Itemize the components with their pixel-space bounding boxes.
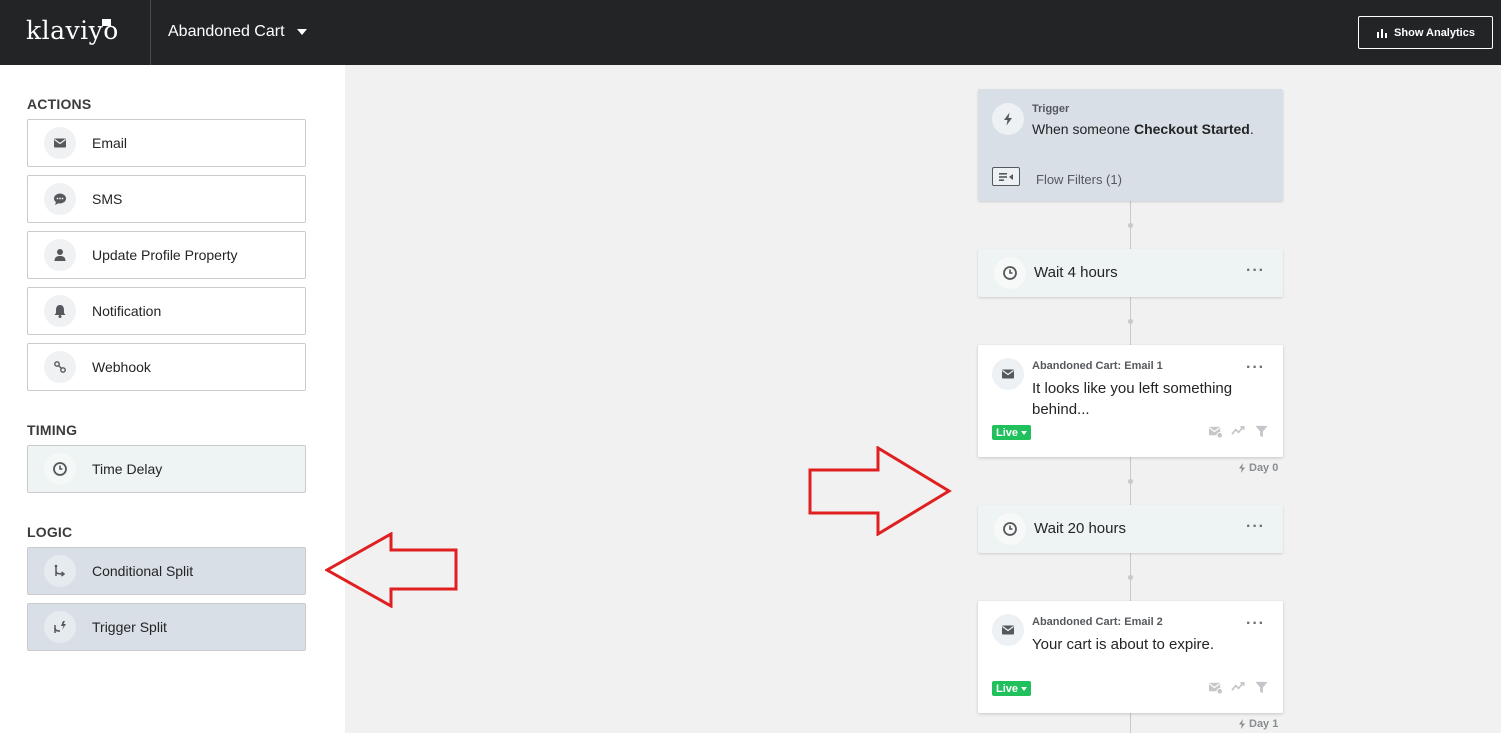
- trigger-suffix: .: [1249, 121, 1254, 137]
- sidebar-item-trigger-split[interactable]: Trigger Split: [27, 603, 306, 651]
- filter-icon[interactable]: [1254, 680, 1269, 695]
- sidebar-item-sms[interactable]: SMS: [27, 175, 306, 223]
- envelope-icon: [44, 127, 76, 159]
- email-preview-icon[interactable]: [1208, 680, 1223, 695]
- trigger-description: When someone Checkout Started.: [1032, 121, 1254, 137]
- live-status-label: Live: [996, 426, 1019, 439]
- connector-dot: [1128, 223, 1133, 228]
- logo-flag-mark: [102, 19, 111, 26]
- logic-section-title: LOGIC: [27, 524, 73, 540]
- wait-20-hours-card[interactable]: Wait 20 hours ···: [978, 505, 1283, 553]
- email-preview-icon[interactable]: [1208, 424, 1223, 439]
- connector-dot: [1128, 479, 1133, 484]
- webhook-icon: [44, 351, 76, 383]
- sidebar-item-webhook[interactable]: Webhook: [27, 343, 306, 391]
- day-label: Day 1: [1238, 718, 1278, 730]
- ab-test-icon[interactable]: [1231, 424, 1246, 439]
- connector-dot: [1128, 575, 1133, 580]
- live-status-dropdown[interactable]: Live: [992, 425, 1032, 440]
- envelope-icon: [992, 614, 1024, 646]
- show-analytics-label: Show Analytics: [1394, 26, 1475, 39]
- flow-name-dropdown[interactable]: Abandoned Cart: [168, 23, 285, 41]
- day-label: Day 0: [1238, 462, 1278, 474]
- sidebar-item-label: Trigger Split: [92, 619, 167, 635]
- more-options-icon[interactable]: ···: [1246, 263, 1265, 279]
- top-bar: klaviyo Abandoned Cart Show Analytics: [0, 0, 1501, 65]
- card-tools: [1208, 424, 1269, 439]
- sidebar-item-notification[interactable]: Notification: [27, 287, 306, 335]
- day-text: Day 1: [1249, 718, 1279, 730]
- trigger-label: Trigger: [1032, 103, 1070, 115]
- email-name: Abandoned Cart: Email 1: [1032, 360, 1163, 372]
- person-icon: [44, 239, 76, 271]
- wait-label: Wait 20 hours: [1034, 520, 1126, 537]
- lightning-bolt-icon: [1239, 719, 1245, 729]
- chat-bubble-icon: [44, 183, 76, 215]
- email-name: Abandoned Cart: Email 2: [1032, 616, 1163, 628]
- more-options-icon[interactable]: ···: [1246, 616, 1265, 632]
- wait-label: Wait 4 hours: [1034, 264, 1118, 281]
- sidebar-item-label: Email: [92, 135, 128, 151]
- right-annotation-arrow: [808, 446, 952, 536]
- wait-4-hours-card[interactable]: Wait 4 hours ···: [978, 249, 1283, 297]
- flow-connector: [1130, 713, 1131, 733]
- card-tools: [1208, 680, 1269, 695]
- bar-chart-icon: [1377, 28, 1388, 38]
- email-subject: Your cart is about to expire.: [1032, 636, 1215, 653]
- flow-filters-icon[interactable]: [992, 167, 1020, 186]
- lightning-bolt-icon: [992, 103, 1024, 135]
- clock-icon: [994, 257, 1026, 289]
- email-subject: It looks like you left something behind.…: [1032, 380, 1233, 418]
- lightning-bolt-icon: [1239, 463, 1245, 473]
- sidebar-item-label: Update Profile Property: [92, 247, 238, 263]
- clock-icon: [994, 513, 1026, 545]
- timing-section-title: TIMING: [27, 422, 78, 438]
- more-options-icon[interactable]: ···: [1246, 360, 1265, 376]
- sidebar-item-label: Webhook: [92, 359, 151, 375]
- flow-filters-link[interactable]: Flow Filters (1): [1036, 172, 1122, 187]
- sidebar-item-conditional-split[interactable]: Conditional Split: [27, 547, 306, 595]
- email-1-card[interactable]: Abandoned Cart: Email 1 ··· It looks lik…: [978, 345, 1283, 457]
- filter-icon[interactable]: [1254, 424, 1269, 439]
- chevron-down-icon[interactable]: [297, 29, 307, 35]
- trigger-split-icon: [44, 611, 76, 643]
- sidebar-item-update-profile-property[interactable]: Update Profile Property: [27, 231, 306, 279]
- actions-section-title: ACTIONS: [27, 96, 92, 112]
- sidebar-item-label: Notification: [92, 303, 162, 319]
- sidebar: ACTIONS Email SMS Update Profile Propert…: [0, 65, 345, 733]
- sidebar-item-label: SMS: [92, 191, 123, 207]
- sidebar-item-label: Conditional Split: [92, 563, 194, 579]
- topbar-divider: [150, 0, 151, 65]
- trigger-prefix: When someone: [1032, 121, 1131, 137]
- split-arrow-icon: [44, 555, 76, 587]
- envelope-icon: [992, 358, 1024, 390]
- show-analytics-button[interactable]: Show Analytics: [1358, 16, 1493, 49]
- more-options-icon[interactable]: ···: [1246, 519, 1265, 535]
- connector-dot: [1128, 319, 1133, 324]
- sidebar-item-label: Time Delay: [92, 461, 163, 477]
- clock-icon: [44, 453, 76, 485]
- trigger-card[interactable]: Trigger When someone Checkout Started. F…: [978, 89, 1283, 201]
- ab-test-icon[interactable]: [1231, 680, 1246, 695]
- left-annotation-arrow: [325, 532, 458, 608]
- live-status-dropdown[interactable]: Live: [992, 681, 1032, 696]
- sidebar-item-email[interactable]: Email: [27, 119, 306, 167]
- caret-down-icon: [1021, 686, 1028, 691]
- sidebar-item-time-delay[interactable]: Time Delay: [27, 445, 306, 493]
- trigger-event: Checkout Started: [1133, 121, 1250, 137]
- bell-icon: [44, 295, 76, 327]
- email-2-card[interactable]: Abandoned Cart: Email 2 ··· Your cart is…: [978, 601, 1283, 713]
- live-status-label: Live: [996, 682, 1019, 695]
- day-text: Day 0: [1249, 462, 1279, 474]
- caret-down-icon: [1021, 430, 1028, 435]
